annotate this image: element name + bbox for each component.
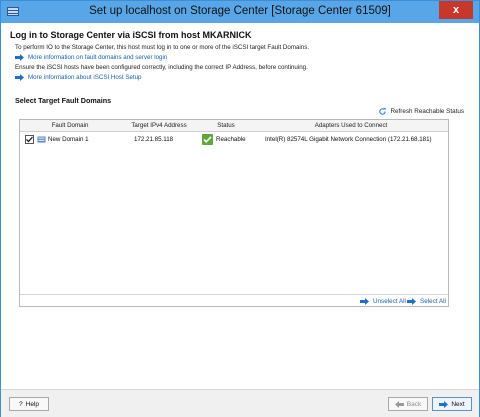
title-bar: Set up localhost on Storage Center [Stor… bbox=[1, 1, 479, 23]
arrow-right-icon bbox=[439, 400, 449, 408]
close-button[interactable]: x bbox=[439, 1, 473, 19]
iscsi-host-setup-label: More information about iSCSI Host Setup bbox=[28, 74, 142, 81]
fault-domain-info-label: More information on fault domains and se… bbox=[28, 54, 168, 61]
column-header-target-ip[interactable]: Target IPv4 Address bbox=[120, 122, 198, 129]
unselect-all-label: Unselect All bbox=[373, 298, 406, 305]
help-button[interactable]: ? Help bbox=[9, 397, 49, 411]
page-heading: Log in to Storage Center via iSCSI from … bbox=[10, 30, 252, 40]
iscsi-host-setup-link[interactable]: More information about iSCSI Host Setup bbox=[15, 74, 142, 81]
arrow-left-icon bbox=[394, 400, 404, 408]
select-all-link[interactable]: Select All bbox=[407, 298, 446, 305]
arrow-right-icon bbox=[15, 54, 24, 61]
help-label: Help bbox=[25, 400, 39, 408]
next-button[interactable]: Next bbox=[432, 397, 472, 411]
fault-domain-info-link[interactable]: More information on fault domains and se… bbox=[15, 54, 167, 61]
column-header-fault-domain[interactable]: Fault Domain bbox=[20, 122, 120, 129]
description-text-1: To perform IO to the Storage Center, thi… bbox=[15, 44, 310, 51]
select-all-label: Select All bbox=[420, 298, 446, 305]
fault-domain-icon bbox=[37, 136, 46, 143]
arrow-right-icon bbox=[15, 74, 24, 81]
section-title: Select Target Fault Domains bbox=[15, 96, 112, 105]
reachable-check-icon bbox=[202, 134, 213, 145]
table-header: Fault Domain Target IPv4 Address Status … bbox=[20, 120, 448, 132]
wizard-window: Set up localhost on Storage Center [Stor… bbox=[0, 0, 480, 417]
table-footer: Unselect All Select All bbox=[20, 294, 448, 307]
table-row[interactable]: New Domain 1 172.21.85.118 Reachable Int… bbox=[20, 133, 448, 146]
unselect-all-link[interactable]: Unselect All bbox=[360, 298, 406, 305]
column-header-status[interactable]: Status bbox=[198, 122, 254, 129]
wizard-content: Log in to Storage Center via iSCSI from … bbox=[1, 23, 479, 389]
arrow-right-icon bbox=[360, 298, 369, 305]
cell-adapters: Intel(R) 82574L Gigabit Network Connecti… bbox=[265, 136, 432, 143]
wizard-footer: ? Help Back Next bbox=[1, 389, 479, 417]
column-header-adapters[interactable]: Adapters Used to Connect bbox=[254, 122, 448, 129]
window-title: Set up localhost on Storage Center [Stor… bbox=[89, 5, 391, 17]
cell-target-ip: 172.21.85.118 bbox=[134, 136, 174, 143]
help-icon: ? bbox=[19, 400, 23, 408]
refresh-status-button[interactable]: Refresh Reachable Status bbox=[378, 107, 464, 116]
refresh-icon bbox=[379, 107, 387, 115]
cell-fault-domain: New Domain 1 bbox=[48, 136, 89, 143]
back-button[interactable]: Back bbox=[388, 397, 428, 411]
fault-domain-table: Fault Domain Target IPv4 Address Status … bbox=[19, 119, 449, 307]
arrow-right-icon bbox=[407, 298, 416, 305]
refresh-label: Refresh Reachable Status bbox=[390, 108, 464, 115]
next-label: Next bbox=[451, 400, 465, 408]
description-text-2: Ensure the iSCSI hosts have been configu… bbox=[15, 64, 308, 71]
cell-status: Reachable bbox=[216, 136, 246, 143]
row-checkbox[interactable] bbox=[25, 135, 34, 144]
checkmark-icon bbox=[26, 136, 33, 143]
back-label: Back bbox=[406, 400, 422, 408]
